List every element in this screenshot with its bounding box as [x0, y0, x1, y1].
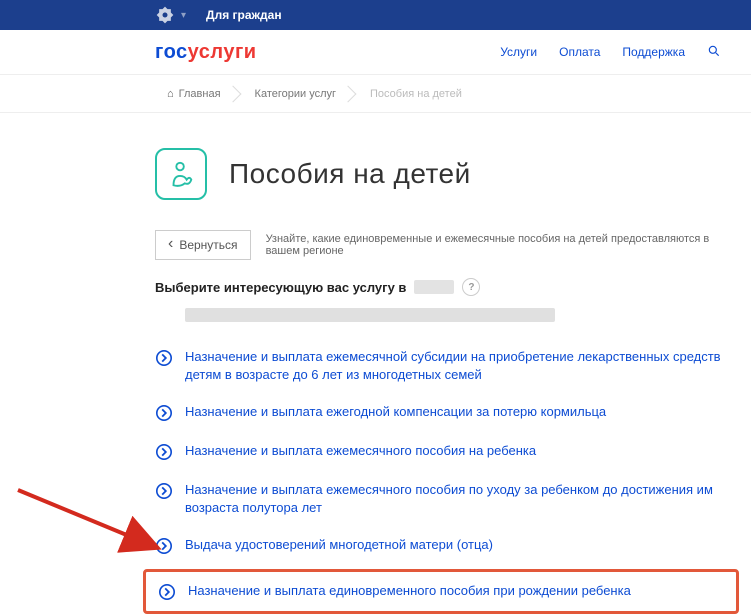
crumb-category[interactable]: Категории услуг — [243, 75, 348, 112]
search-icon[interactable] — [707, 44, 721, 61]
main-nav: Услуги Оплата Поддержка — [500, 44, 721, 61]
chevron-circle-icon — [155, 537, 173, 555]
content: Пособия на детей Вернуться Узнайте, каки… — [0, 148, 751, 614]
logo[interactable]: госуслуги — [155, 41, 257, 64]
chevron-down-icon: ▾ — [181, 10, 186, 21]
crumb-current: Пособия на детей — [358, 75, 474, 112]
service-item[interactable]: Выдача удостоверений многодетной матери … — [155, 526, 739, 565]
redacted-stripe — [185, 308, 555, 322]
chevron-circle-icon — [155, 443, 173, 461]
breadcrumb: ⌂Главная Категории услуг Пособия на дете… — [0, 75, 751, 113]
intro-text: Узнайте, какие единовременные и ежемесяч… — [266, 233, 739, 257]
service-link: Назначение и выплата ежемесячной субсиди… — [185, 348, 739, 383]
top-bar: ▾ Для граждан — [0, 0, 751, 30]
service-item[interactable]: Назначение и выплата ежегодной компенсац… — [155, 393, 739, 432]
emblem-menu[interactable]: ▾ — [155, 5, 186, 25]
service-item-highlighted[interactable]: Назначение и выплата единовременного пос… — [143, 569, 739, 614]
emblem-icon — [155, 5, 175, 25]
audience-selector[interactable]: Для граждан — [206, 8, 282, 22]
crumb-home[interactable]: ⌂Главная — [155, 75, 233, 112]
header: госуслуги Услуги Оплата Поддержка — [0, 30, 751, 75]
region-redacted — [414, 280, 454, 294]
nav-pay[interactable]: Оплата — [559, 45, 600, 59]
service-item[interactable]: Назначение и выплата ежемесячного пособи… — [155, 432, 739, 471]
nav-services[interactable]: Услуги — [500, 45, 537, 59]
nav-support[interactable]: Поддержка — [622, 45, 685, 59]
chevron-circle-icon — [155, 482, 173, 500]
service-item[interactable]: Назначение и выплата ежемесячной субсиди… — [155, 338, 739, 393]
service-link: Назначение и выплата единовременного пос… — [188, 582, 631, 600]
service-list: Назначение и выплата ежемесячной субсиди… — [155, 338, 739, 614]
category-icon — [155, 148, 207, 200]
pick-prompt: Выберите интересующую вас услугу в ? — [155, 278, 739, 296]
back-button[interactable]: Вернуться — [155, 230, 251, 260]
help-icon[interactable]: ? — [462, 278, 480, 296]
page-title: Пособия на детей — [229, 158, 471, 190]
service-link: Назначение и выплата ежегодной компенсац… — [185, 403, 606, 421]
service-item[interactable]: Назначение и выплата ежемесячного пособи… — [155, 471, 739, 526]
chevron-circle-icon — [155, 349, 173, 367]
service-link: Выдача удостоверений многодетной матери … — [185, 536, 493, 554]
home-icon: ⌂ — [167, 88, 174, 100]
chevron-circle-icon — [158, 583, 176, 601]
service-link: Назначение и выплата ежемесячного пособи… — [185, 481, 739, 516]
service-link: Назначение и выплата ежемесячного пособи… — [185, 442, 536, 460]
chevron-circle-icon — [155, 404, 173, 422]
